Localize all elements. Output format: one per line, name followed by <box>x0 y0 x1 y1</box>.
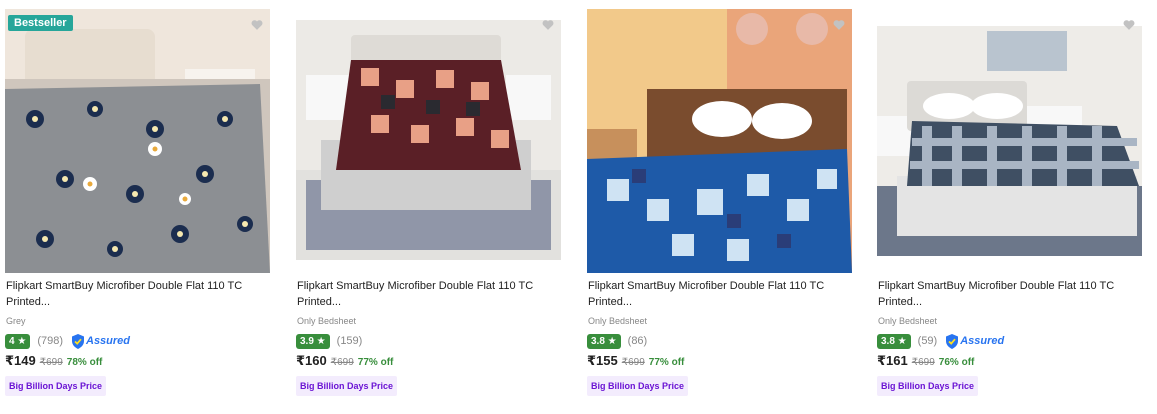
product-variant: Only Bedsheet <box>588 316 648 326</box>
price-row: ₹149 ₹699 78% off <box>5 353 102 369</box>
selling-price: ₹155 <box>587 353 618 368</box>
assured-label: Assured <box>960 335 1005 347</box>
product-variant: Only Bedsheet <box>297 316 357 326</box>
rating-row: 3.8 ★ (86) <box>587 333 647 349</box>
discount-percent: 77% off <box>648 357 685 368</box>
discount-percent: 78% off <box>66 357 103 368</box>
review-count: (798) <box>37 335 63 347</box>
rating-badge: 3.8 ★ <box>877 333 911 349</box>
selling-price: ₹149 <box>5 353 36 368</box>
original-price: ₹699 <box>39 357 63 368</box>
product-title-line2: Printed... <box>878 296 923 308</box>
product-title-line2: Printed... <box>6 296 51 308</box>
deal-tag: Big Billion Days Price <box>5 376 107 396</box>
discount-percent: 76% off <box>938 357 975 368</box>
price-row: ₹160 ₹699 77% off <box>296 353 393 369</box>
product-image[interactable] <box>5 9 270 273</box>
rating-row: 3.8 ★ (59) Assured <box>877 333 1004 349</box>
assured-badge: Assured <box>71 333 131 349</box>
wishlist-heart-icon[interactable] <box>1122 18 1136 32</box>
rating-badge: 3.9 ★ <box>296 333 330 349</box>
wishlist-heart-icon[interactable] <box>832 18 846 32</box>
product-title-line1: Flipkart SmartBuy Microfiber Double Flat… <box>297 280 534 292</box>
assured-shield-icon <box>946 333 959 349</box>
selling-price: ₹160 <box>296 353 327 368</box>
product-variant: Grey <box>6 316 26 326</box>
review-count: (59) <box>917 335 938 347</box>
discount-percent: 77% off <box>357 357 394 368</box>
original-price: ₹699 <box>330 357 354 368</box>
review-count: (159) <box>336 335 363 347</box>
selling-price: ₹161 <box>877 353 908 368</box>
assured-label: Assured <box>86 335 131 347</box>
wishlist-heart-icon[interactable] <box>541 18 555 32</box>
deal-tag: Big Billion Days Price <box>587 376 689 396</box>
rating-row: 3.9 ★ (159) <box>296 333 362 349</box>
product-grid: Bestseller Flipkart SmartBuy Microfiber … <box>0 0 1157 414</box>
deal-tag: Big Billion Days Price <box>296 376 398 396</box>
product-image[interactable] <box>587 9 852 273</box>
product-card[interactable]: Flipkart SmartBuy Microfiber Double Flat… <box>587 0 852 414</box>
product-title-line1: Flipkart SmartBuy Microfiber Double Flat… <box>588 280 825 292</box>
deal-tag: Big Billion Days Price <box>877 376 979 396</box>
assured-shield-icon <box>72 333 84 349</box>
product-image[interactable] <box>877 26 1142 256</box>
product-title[interactable]: Flipkart SmartBuy Microfiber Double Flat… <box>297 278 557 310</box>
rating-badge: 4 ★ <box>5 333 31 349</box>
rating-badge: 3.8 ★ <box>587 333 621 349</box>
review-count: (86) <box>627 335 648 347</box>
product-card[interactable]: Bestseller Flipkart SmartBuy Microfiber … <box>5 0 270 414</box>
product-variant: Only Bedsheet <box>878 316 938 326</box>
product-title[interactable]: Flipkart SmartBuy Microfiber Double Flat… <box>6 278 266 310</box>
price-row: ₹155 ₹699 77% off <box>587 353 684 369</box>
assured-badge: Assured <box>945 333 1005 349</box>
product-card[interactable]: Flipkart SmartBuy Microfiber Double Flat… <box>877 0 1142 414</box>
product-card[interactable]: Flipkart SmartBuy Microfiber Double Flat… <box>296 0 561 414</box>
wishlist-heart-icon[interactable] <box>250 18 264 32</box>
bestseller-badge: Bestseller <box>8 15 73 31</box>
product-title-line2: Printed... <box>297 296 342 308</box>
product-title-line1: Flipkart SmartBuy Microfiber Double Flat… <box>6 280 243 292</box>
product-image[interactable] <box>296 20 561 260</box>
product-title[interactable]: Flipkart SmartBuy Microfiber Double Flat… <box>878 278 1138 310</box>
rating-row: 4 ★ (798) Assured <box>5 333 130 349</box>
product-title-line2: Printed... <box>588 296 633 308</box>
product-title[interactable]: Flipkart SmartBuy Microfiber Double Flat… <box>588 278 848 310</box>
price-row: ₹161 ₹699 76% off <box>877 353 974 369</box>
product-title-line1: Flipkart SmartBuy Microfiber Double Flat… <box>878 280 1115 292</box>
original-price: ₹699 <box>911 357 935 368</box>
original-price: ₹699 <box>621 357 645 368</box>
